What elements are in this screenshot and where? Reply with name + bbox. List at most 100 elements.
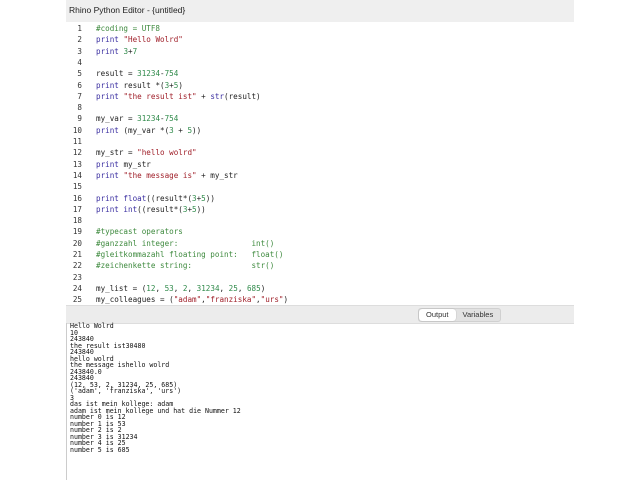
code-token-plain: (result) [224,91,261,101]
line-number: 22 [72,261,82,271]
code-token-plain: my_list = ( [96,283,147,293]
window-title: Rhino Python Editor - {untitled} [66,0,574,22]
code-line[interactable]: 8 [66,102,96,113]
code-token-kw: print int [96,204,138,214]
code-line[interactable]: 16 print float((result*(3+5)) [66,193,215,204]
code-line[interactable]: 22 #zeichenkette string: str() [66,260,274,271]
output-line: number 5 is 685 [70,445,130,454]
line-number: 4 [77,57,82,67]
code-token-str: "the result ist" [123,91,197,101]
tab-variables[interactable]: Variables [456,309,501,321]
code-token-plain: ) [260,283,266,293]
code-token-kw: print [96,80,124,90]
code-token-str: "franziska" [205,295,257,305]
code-token-plain: , [155,283,165,293]
code-token-num: 31234 [196,283,220,293]
code-token-kw: print [96,35,124,45]
code-line[interactable]: 5 result = 31234-754 [66,68,178,79]
output-tabs: Output Variables [418,308,502,322]
code-line[interactable]: 11 [66,136,96,147]
code-token-plain: )) [192,125,202,135]
code-line[interactable]: 1 #coding = UTF8 [66,23,160,34]
code-token-kw: str [210,91,225,101]
code-token-plain: result *( [123,80,165,90]
code-line[interactable]: 9 my_var = 31234-754 [66,113,178,124]
code-line[interactable]: 25 my_colleagues = ("adam","franziska","u… [66,294,288,305]
code-token-plain: )) [205,193,215,203]
line-number: 19 [72,227,82,237]
code-token-str: "adam" [173,295,202,305]
code-token-com: #gleitkommazahl floating point: float() [96,250,284,259]
code-line[interactable]: 12 my_str = "hello wolrd" [66,147,197,158]
code-token-kw: print [96,159,124,169]
line-number: 9 [77,114,82,124]
code-token-plain: ) [178,80,183,90]
code-line[interactable]: 13 print my_str [66,159,151,170]
line-number: 2 [77,35,82,45]
code-token-plain: , [187,283,197,293]
code-token-plain: + my_str [196,170,238,180]
code-line[interactable]: 7 print "the result ist" + str(result) [66,91,261,102]
line-number: 6 [77,80,82,90]
code-line[interactable]: 23 [66,272,96,283]
code-token-plain: ) [283,295,289,305]
line-number: 12 [72,148,82,158]
line-number: 8 [77,103,82,113]
code-token-kw: print [96,125,124,135]
line-number: 14 [72,170,82,180]
code-line[interactable]: 17 print int((result*(3+5)) [66,204,206,215]
code-token-com: #ganzzahl integer: int() [96,238,275,248]
code-line[interactable]: 15 [66,181,96,192]
tab-output[interactable]: Output [419,309,456,321]
line-number: 18 [72,216,82,226]
code-token-num: 7 [132,46,138,56]
line-number: 21 [72,250,82,259]
code-token-plain: my_var = [96,114,138,124]
output-toolbar: Output Variables [66,305,574,324]
line-number: 11 [72,137,82,146]
code-token-num: 754 [164,114,179,124]
code-line[interactable]: 19 #typecast operators [66,226,183,237]
code-editor[interactable]: 1 #coding = UTF8 2 print "Hello Wolrd" 3 prin… [66,22,574,305]
code-line[interactable]: 4 [66,57,96,68]
editor-window: Rhino Python Editor - {untitled} 1 #codin… [66,0,574,480]
code-token-plain: , [173,283,183,293]
line-number: 13 [72,159,82,169]
code-token-num: 53 [164,283,174,293]
code-token-plain: + [196,91,211,101]
line-number: 3 [77,46,82,56]
code-line[interactable]: 20 #ganzzahl integer: int() [66,238,274,249]
line-number: 16 [72,193,82,203]
code-line[interactable]: 3 print 3+7 [66,46,137,57]
code-token-com: #zeichenkette string: str() [96,261,275,271]
code-token-str: "Hello Wolrd" [123,35,183,45]
code-token-num: 31234 [137,114,161,124]
code-token-str: "urs" [260,295,284,305]
code-token-str: "the message is" [123,170,197,180]
line-number: 23 [72,272,82,282]
code-line[interactable]: 2 print "Hello Wolrd" [66,34,183,45]
code-token-plain: my_str = [96,148,138,158]
code-token-kw: print [96,170,124,180]
code-token-plain: , [237,283,247,293]
code-token-num: 754 [164,69,179,79]
code-token-plain: ((result*( [137,204,183,214]
code-token-plain: (my_var *( [123,125,170,135]
line-number: 17 [72,204,82,214]
code-token-kw: print [96,46,124,56]
code-token-plain: ((result*( [146,193,193,203]
code-token-plain: my_str [123,159,151,169]
code-line[interactable]: 6 print result *(3+5) [66,80,183,91]
code-line[interactable]: 18 [66,215,96,226]
code-line[interactable]: 24 my_list = (12, 53, 2, 31234, 25, 685) [66,283,265,294]
code-token-plain: result = [96,69,138,79]
code-token-com: #coding = UTF8 [96,24,161,33]
code-line[interactable]: 21 #gleitkommazahl floating point: float(… [66,249,284,260]
code-line[interactable]: 10 print (my_var *(3 + 5)) [66,125,201,136]
code-line[interactable]: 14 print "the message is" + my_str [66,170,238,181]
code-token-str: "hello wolrd" [137,148,197,158]
code-token-plain: )) [196,204,206,214]
output-console[interactable]: Hello Wolrd 10 243840 the result ist30480 24… [66,323,574,480]
line-number: 7 [77,91,82,101]
code-token-plain: + [173,125,188,135]
